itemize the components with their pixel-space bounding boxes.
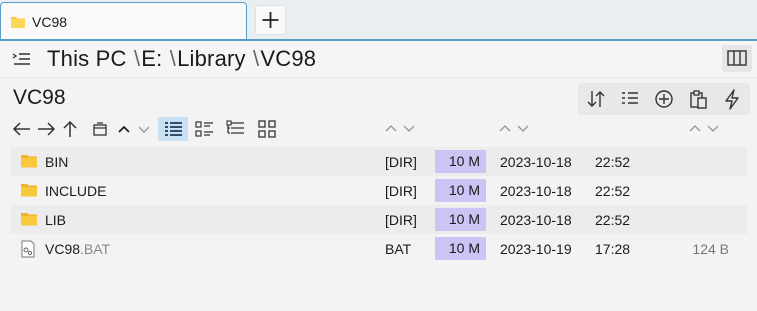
flash-icon[interactable] [716, 83, 748, 115]
forward-arrow-icon[interactable] [34, 117, 58, 141]
tree-view-icon[interactable] [220, 117, 252, 141]
chevron-up-icon[interactable] [112, 117, 136, 141]
file-bytes: 124 B [692, 241, 729, 257]
breadcrumb-library[interactable]: Library [177, 46, 246, 71]
file-date: 2023-10-18 [500, 154, 572, 170]
file-size: 10 M [435, 150, 486, 173]
add-icon[interactable] [648, 83, 680, 115]
folder-icon [20, 182, 38, 201]
toolbar [578, 83, 750, 115]
paste-icon[interactable] [682, 83, 714, 115]
panes-icon[interactable] [722, 45, 752, 72]
breadcrumb-separator: \ [169, 46, 177, 71]
sort-type-arrows[interactable] [384, 121, 418, 137]
list-icons-view-icon[interactable] [188, 117, 220, 141]
file-time: 17:28 [595, 241, 631, 257]
file-row-lib[interactable]: LIB [DIR] 10 M 2023-10-18 22:52 [10, 205, 747, 234]
thumbnails-view-icon[interactable] [252, 117, 282, 141]
file-type: [DIR] [385, 154, 417, 170]
file-type: [DIR] [385, 212, 417, 228]
breadcrumb-vc98[interactable]: VC98 [260, 46, 316, 71]
folder-icon [10, 15, 26, 34]
menu-icon[interactable] [10, 49, 32, 69]
navigation-row [10, 116, 282, 142]
details-view-icon[interactable] [158, 117, 188, 141]
file-row-include[interactable]: INCLUDE [DIR] 10 M 2023-10-18 22:52 [10, 176, 747, 205]
file-name: BIN [45, 154, 69, 170]
tab-bar: VC98 [0, 0, 757, 40]
file-date: 2023-10-18 [500, 212, 572, 228]
file-name: VC98.BAT [45, 241, 111, 257]
folder-title: VC98 [13, 86, 66, 109]
breadcrumb[interactable]: This PC \E: \Library \VC98 [47, 46, 316, 72]
file-size: 10 M [435, 179, 486, 202]
file-row-vc98-bat[interactable]: VC98.BAT BAT 10 M 2023-10-19 17:28 124 B [10, 234, 747, 263]
folder-icon [20, 211, 38, 230]
file-list: BIN [DIR] 10 M 2023-10-18 22:52 INCLUDE … [10, 147, 747, 263]
sort-size-arrows[interactable] [688, 121, 722, 137]
sort-icon[interactable] [580, 83, 612, 115]
file-type: BAT [385, 241, 412, 257]
file-date: 2023-10-19 [500, 241, 572, 257]
file-size: 10 M [435, 237, 486, 260]
folder-icon [20, 153, 38, 172]
batch-file-icon [20, 240, 36, 261]
file-name: INCLUDE [45, 183, 107, 199]
breadcrumb-separator: \ [133, 46, 141, 71]
file-name: LIB [45, 212, 67, 228]
path-bar: This PC \E: \Library \VC98 [0, 41, 757, 78]
file-type: [DIR] [385, 183, 417, 199]
chevron-down-icon[interactable] [136, 117, 152, 141]
window-icon[interactable] [88, 117, 112, 141]
breadcrumb-this-pc[interactable]: This PC [47, 46, 127, 71]
breadcrumb-separator: \ [253, 46, 260, 71]
tab-title: VC98 [32, 14, 68, 30]
file-time: 22:52 [595, 212, 631, 228]
file-extension: .BAT [80, 241, 111, 257]
file-date: 2023-10-18 [500, 183, 572, 199]
file-row-bin[interactable]: BIN [DIR] 10 M 2023-10-18 22:52 [10, 147, 747, 176]
new-tab-button[interactable] [255, 5, 286, 35]
file-size: 10 M [435, 208, 486, 231]
list-view-icon[interactable] [614, 83, 646, 115]
tab-vc98[interactable]: VC98 [0, 2, 247, 40]
file-time: 22:52 [595, 154, 631, 170]
file-time: 22:52 [595, 183, 631, 199]
back-arrow-icon[interactable] [10, 117, 34, 141]
sort-date-arrows[interactable] [498, 121, 532, 137]
breadcrumb-drive[interactable]: E: [141, 46, 162, 71]
up-arrow-icon[interactable] [58, 117, 82, 141]
